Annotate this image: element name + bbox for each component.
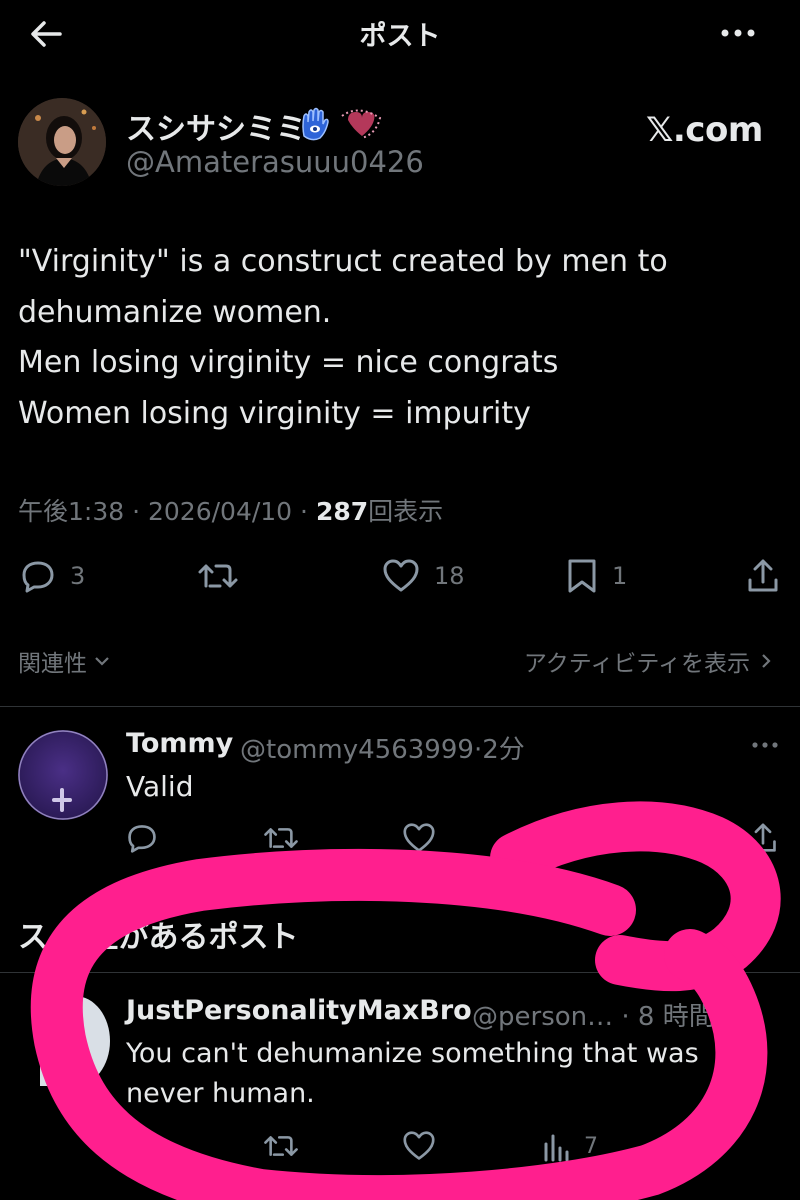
avatar[interactable] [18,730,108,820]
third-views-count: 7 [584,1133,598,1159]
heart-icon [403,823,435,852]
reply-button[interactable] [126,822,158,854]
chevron-right-icon [762,654,771,668]
repost-button[interactable] [262,1130,300,1162]
post-date: 2026/04/10 [148,497,293,526]
repost-icon [198,564,238,588]
activity-label: アクティビティを表示 [523,651,750,677]
views-label: 回表示 [368,497,444,526]
hamsa-icon [298,106,388,142]
avatar[interactable] [40,996,110,1086]
share-icon [748,559,778,592]
reply-count: 3 [70,562,86,590]
relevance-label: 関連性 [18,651,87,677]
bookmark-button[interactable] [680,822,708,854]
x-logo: 𝕏.com [646,110,763,150]
reply-button[interactable]: 3 [20,558,85,594]
reply-icon [22,561,54,593]
third-author-handle[interactable]: @person… · 8 時間 [472,996,715,1033]
share-button[interactable] [748,822,778,854]
meta-separator: · [473,735,483,765]
reply-time: 2分 [482,735,525,765]
third-text-line: never human. [126,1078,315,1109]
bookmark-icon [682,823,706,853]
post-text-line: dehumanize women. [18,295,332,330]
like-count: 18 [434,562,465,590]
author-handle[interactable]: @Amaterasuuu0426 [126,145,424,179]
page-title: ポスト [359,21,441,52]
like-button[interactable] [402,1130,436,1162]
divider [0,972,800,973]
meta-separator: · [300,497,308,526]
like-button[interactable] [402,822,436,854]
post-metadata: 午後1:38 · 2026/04/10 · 287回表示 [18,492,443,528]
more-horizontal-icon[interactable] [748,734,782,756]
post-text-line: Men losing virginity = nice congrats [18,345,559,380]
post-text-line: "Virginity" is a construct created by me… [18,244,668,279]
reply-author-handle[interactable]: @tommy4563999·2分 [240,729,525,766]
sort-relevance-dropdown[interactable]: 関連性 [18,644,111,678]
bookmark-button[interactable]: 1 [566,558,627,594]
share-icon [750,823,776,852]
top-bar: ポスト [0,0,800,70]
divider [0,706,800,707]
third-text-line: You can't dehumanize something that was [126,1038,699,1069]
bookmark-count: 1 [612,562,628,590]
author-name[interactable]: スシサシミミ [126,104,306,148]
reply-icon [128,825,156,853]
avatar[interactable] [18,98,106,186]
heart-icon [403,1131,435,1160]
like-button[interactable]: 18 [382,558,465,594]
third-author-name[interactable]: JustPersonalityMaxBro [126,995,472,1026]
post-time: 午後1:38 [18,497,125,526]
chevron-down-icon [95,657,109,666]
reply-text: Valid [126,770,194,803]
bookmark-icon [568,559,596,593]
views-count: 287 [315,497,369,526]
repost-button[interactable] [196,558,240,594]
reply-author-name[interactable]: Tommy [126,728,233,759]
heart-icon [383,559,419,592]
meta-separator: · [132,497,141,526]
repost-icon [264,1136,298,1156]
section-heading: ス 能性があるポスト [18,920,299,955]
view-activity-link[interactable]: アクティビティを表示 [524,644,774,678]
bar-chart-icon [544,1134,569,1162]
more-horizontal-icon[interactable] [716,18,760,48]
repost-icon [264,828,298,848]
reply-handle-text: @tommy4563999 [240,735,474,765]
views-button[interactable]: 7 [542,1130,598,1162]
repost-button[interactable] [262,822,300,854]
post-text-line: Women losing virginity = impurity [18,396,531,431]
share-button[interactable] [746,558,780,594]
